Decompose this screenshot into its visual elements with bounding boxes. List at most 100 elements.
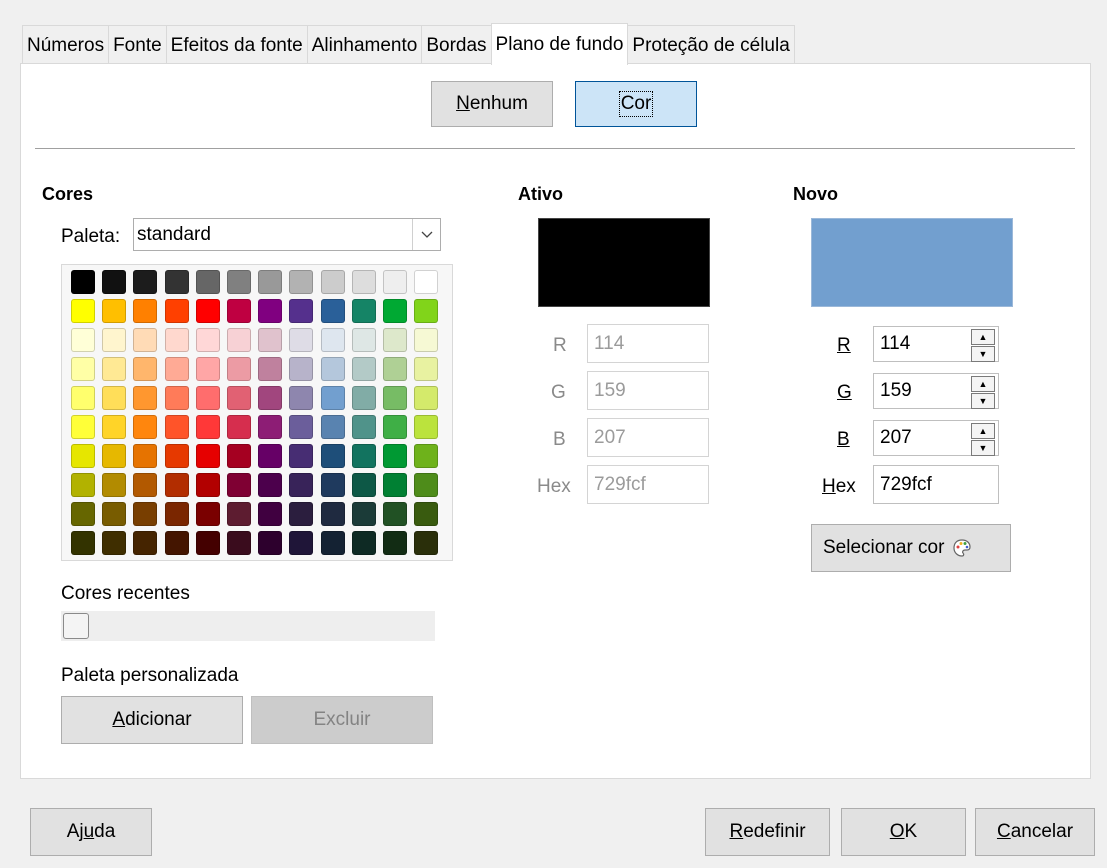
color-swatch[interactable] (383, 386, 407, 410)
color-swatch[interactable] (102, 444, 127, 468)
pick-color-button[interactable]: Selecionar cor (811, 524, 1011, 572)
color-swatch[interactable] (351, 415, 376, 439)
color-swatch[interactable] (383, 357, 407, 381)
new-hex-input[interactable]: 729fcf (873, 465, 999, 504)
cancel-button[interactable]: Cancelar (975, 808, 1095, 856)
color-swatch[interactable] (414, 270, 439, 294)
add-button[interactable]: Adicionar (61, 696, 243, 744)
color-swatch[interactable] (164, 386, 189, 410)
tab-efeitos-da-fonte[interactable]: Efeitos da fonte (165, 25, 308, 64)
color-swatch[interactable] (383, 299, 407, 323)
color-swatch[interactable] (71, 502, 95, 526)
color-swatch[interactable] (195, 386, 220, 410)
color-swatch[interactable] (414, 473, 439, 497)
palette-dropdown[interactable]: standard (133, 218, 441, 251)
b-spinner[interactable]: ▲ ▼ (971, 423, 995, 456)
color-swatch[interactable] (227, 270, 251, 294)
color-swatch[interactable] (133, 299, 158, 323)
color-swatch[interactable] (71, 444, 95, 468)
color-swatch[interactable] (164, 357, 189, 381)
color-swatch[interactable] (102, 531, 127, 555)
color-swatch[interactable] (71, 531, 95, 555)
color-swatch[interactable] (414, 299, 439, 323)
tab-plano-de-fundo[interactable]: Plano de fundo (490, 23, 629, 65)
color-swatch[interactable] (227, 299, 251, 323)
color-swatch[interactable] (102, 502, 127, 526)
spin-up-icon[interactable]: ▲ (971, 376, 995, 392)
color-swatch[interactable] (164, 531, 189, 555)
color-swatch[interactable] (164, 270, 189, 294)
color-swatch[interactable] (71, 415, 95, 439)
color-swatch[interactable] (258, 386, 283, 410)
recent-color-swatch[interactable] (63, 613, 89, 639)
color-swatch[interactable] (71, 328, 95, 352)
color-swatch[interactable] (351, 328, 376, 352)
color-swatch[interactable] (414, 502, 439, 526)
color-swatch[interactable] (320, 502, 345, 526)
color-swatch[interactable] (133, 357, 158, 381)
color-swatch[interactable] (383, 415, 407, 439)
color-swatch[interactable] (351, 299, 376, 323)
chevron-down-icon[interactable] (412, 219, 440, 250)
color-swatch[interactable] (195, 415, 220, 439)
delete-button[interactable]: Excluir (251, 696, 433, 744)
color-swatch[interactable] (258, 270, 283, 294)
color-swatch[interactable] (289, 386, 314, 410)
color-swatch[interactable] (71, 473, 95, 497)
color-swatch[interactable] (71, 357, 95, 381)
color-swatch[interactable] (320, 357, 345, 381)
ok-button[interactable]: OK (841, 808, 966, 856)
color-swatch[interactable] (164, 502, 189, 526)
color-swatch[interactable] (227, 473, 251, 497)
color-swatch[interactable] (351, 444, 376, 468)
color-swatch[interactable] (195, 531, 220, 555)
color-swatch[interactable] (227, 328, 251, 352)
color-swatch[interactable] (133, 386, 158, 410)
color-swatch[interactable] (320, 386, 345, 410)
color-swatch[interactable] (133, 270, 158, 294)
color-swatch[interactable] (258, 415, 283, 439)
color-swatch[interactable] (320, 444, 345, 468)
color-swatch[interactable] (133, 502, 158, 526)
color-swatch[interactable] (351, 270, 376, 294)
color-swatch[interactable] (195, 328, 220, 352)
color-swatch[interactable] (351, 531, 376, 555)
color-swatch[interactable] (227, 415, 251, 439)
color-swatch[interactable] (351, 357, 376, 381)
color-swatch[interactable] (258, 502, 283, 526)
color-swatch[interactable] (164, 415, 189, 439)
color-swatch[interactable] (227, 386, 251, 410)
color-swatch[interactable] (320, 270, 345, 294)
color-swatch[interactable] (320, 299, 345, 323)
color-button[interactable]: Cor (575, 81, 697, 127)
color-swatch[interactable] (414, 357, 439, 381)
color-swatch[interactable] (164, 473, 189, 497)
color-swatch[interactable] (258, 357, 283, 381)
color-swatch[interactable] (227, 502, 251, 526)
color-swatch[interactable] (289, 531, 314, 555)
color-swatch[interactable] (164, 328, 189, 352)
tab-protecao-de-celula[interactable]: Proteção de célula (627, 25, 795, 64)
color-swatch[interactable] (195, 502, 220, 526)
color-swatch[interactable] (414, 386, 439, 410)
color-swatch[interactable] (258, 531, 283, 555)
tab-numeros[interactable]: Números (22, 25, 110, 64)
color-swatch[interactable] (289, 270, 314, 294)
color-swatch[interactable] (195, 357, 220, 381)
color-swatch[interactable] (320, 415, 345, 439)
color-swatch[interactable] (289, 328, 314, 352)
spin-down-icon[interactable]: ▼ (971, 393, 995, 409)
color-swatch[interactable] (320, 473, 345, 497)
color-swatch[interactable] (258, 444, 283, 468)
spin-up-icon[interactable]: ▲ (971, 329, 995, 345)
color-swatch[interactable] (71, 299, 95, 323)
r-spinner[interactable]: ▲ ▼ (971, 329, 995, 362)
color-swatch[interactable] (71, 270, 95, 294)
color-swatch[interactable] (102, 415, 127, 439)
color-swatch[interactable] (289, 444, 314, 468)
color-swatch[interactable] (195, 444, 220, 468)
g-spinner[interactable]: ▲ ▼ (971, 376, 995, 409)
color-swatch[interactable] (383, 531, 407, 555)
color-swatch[interactable] (164, 444, 189, 468)
tab-alinhamento[interactable]: Alinhamento (306, 25, 423, 64)
